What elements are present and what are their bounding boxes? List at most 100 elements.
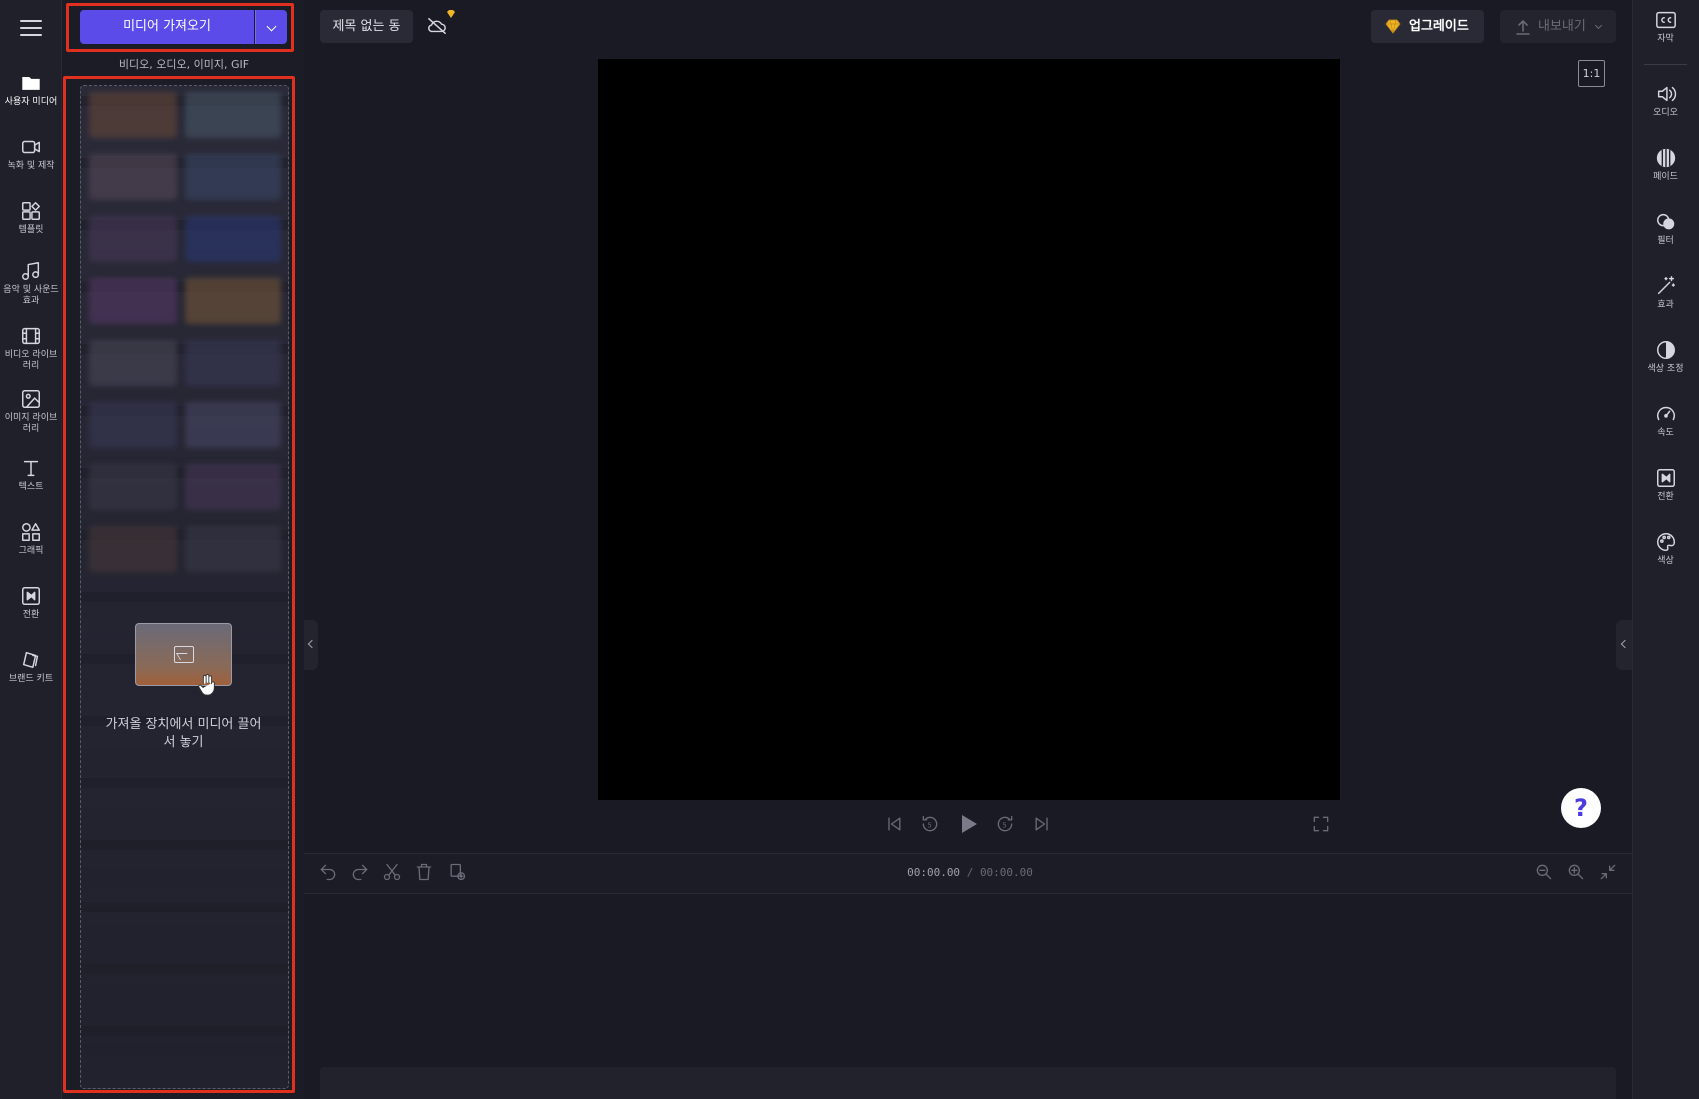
redo-button[interactable]	[350, 862, 370, 882]
timecode-display: 00:00.00 / 00:00.00	[880, 866, 1060, 879]
scissors-icon	[383, 863, 401, 881]
palette-icon	[1656, 533, 1675, 551]
rail-item-color-adjust[interactable]: 색상 조정	[1632, 339, 1699, 375]
rail-label: 전환	[1657, 492, 1674, 502]
import-button-highlight	[66, 3, 294, 52]
export-button[interactable]: 내보내기	[1500, 10, 1616, 43]
transition-icon	[1656, 469, 1675, 487]
total-time: 00:00.00	[979, 866, 1033, 879]
skip-to-start-button[interactable]	[884, 812, 904, 836]
music-note-icon	[22, 262, 40, 280]
nav-item-transitions[interactable]: 전환	[0, 585, 62, 621]
folder-icon	[22, 77, 40, 90]
import-supported-formats: 비디오, 오디오, 이미지, GIF	[118, 58, 250, 71]
cc-icon	[1655, 11, 1676, 29]
upgrade-button[interactable]: 업그레이드	[1371, 10, 1484, 43]
filter-icon	[1656, 213, 1674, 230]
duplicate-button[interactable]	[447, 862, 467, 882]
speedometer-icon	[1656, 406, 1675, 421]
project-title[interactable]: 제목 없는 동	[320, 10, 413, 43]
image-icon	[174, 646, 194, 663]
video-preview-canvas[interactable]	[598, 59, 1340, 800]
skip-to-end-button[interactable]	[1032, 812, 1052, 836]
cloud-offline-icon[interactable]	[426, 16, 448, 36]
nav-label: 사용자 미디어	[4, 97, 58, 107]
image-icon	[22, 390, 40, 408]
skip-back-icon	[888, 817, 901, 831]
nav-item-graphics[interactable]: 그래픽	[0, 521, 62, 557]
delete-button[interactable]	[414, 862, 434, 882]
nav-label: 녹화 및 제작	[7, 161, 55, 171]
zoom-out-icon	[1536, 864, 1552, 880]
rail-item-filters[interactable]: 필터	[1632, 211, 1699, 247]
rewind-icon: 5	[922, 815, 938, 832]
rail-item-effects[interactable]: 효과	[1632, 275, 1699, 311]
rail-item-speed[interactable]: 속도	[1632, 403, 1699, 439]
rail-item-transitions[interactable]: 전환	[1632, 467, 1699, 503]
play-button[interactable]	[956, 812, 980, 836]
nav-item-record-create[interactable]: 녹화 및 제작	[0, 136, 62, 172]
aspect-ratio-button[interactable]: 1:1	[1578, 60, 1605, 87]
drop-zone-highlight	[63, 76, 295, 1093]
split-button[interactable]	[382, 862, 402, 882]
nav-item-image-library[interactable]: 이미지 라이브러리	[0, 388, 62, 435]
undo-button[interactable]	[318, 862, 338, 882]
rail-label: 페이드	[1653, 172, 1678, 182]
speaker-icon	[1657, 86, 1676, 102]
help-button[interactable]: ?	[1561, 788, 1601, 828]
zoom-out-button[interactable]	[1534, 862, 1554, 882]
rail-item-color[interactable]: 색상	[1632, 531, 1699, 567]
fade-icon	[1656, 148, 1675, 168]
export-label: 내보내기	[1538, 19, 1586, 34]
drop-instructions: 가져올 장치에서 미디어 끌어서 놓기	[105, 717, 262, 750]
rail-item-audio[interactable]: 오디오	[1632, 83, 1699, 119]
zoom-in-icon	[1568, 864, 1584, 880]
upgrade-label: 업그레이드	[1409, 19, 1469, 34]
chevron-left-icon	[307, 639, 317, 649]
nav-item-your-media[interactable]: 사용자 미디어	[0, 72, 62, 108]
upload-icon	[1516, 20, 1530, 35]
fullscreen-button[interactable]	[1311, 812, 1331, 836]
rail-label: 필터	[1657, 236, 1674, 246]
rail-item-fade[interactable]: 페이드	[1632, 147, 1699, 183]
nav-label: 전환	[22, 610, 40, 620]
contrast-icon	[1656, 341, 1675, 359]
menu-icon[interactable]	[17, 15, 45, 39]
nav-item-text[interactable]: 텍스트	[0, 457, 62, 493]
rewind-5s-button[interactable]: 5	[920, 812, 940, 836]
nav-item-brand-kit[interactable]: 브랜드 키트	[0, 649, 62, 685]
zoom-in-button[interactable]	[1566, 862, 1586, 882]
undo-icon	[320, 864, 336, 881]
forward-5s-button[interactable]: 5	[995, 812, 1015, 836]
nav-label: 비디오 라이브러리	[4, 350, 58, 371]
rail-label: 오디오	[1653, 108, 1678, 118]
nav-label: 템플릿	[18, 225, 44, 235]
chevron-left-icon	[1620, 639, 1630, 649]
diamond-icon	[1385, 19, 1401, 34]
fast-forward-icon: 5	[997, 815, 1013, 832]
rail-item-captions[interactable]: 자막	[1632, 9, 1699, 45]
fullscreen-icon	[1313, 816, 1329, 832]
rail-label: 색상 조정	[1647, 364, 1684, 374]
rail-label: 효과	[1657, 300, 1674, 310]
rail-divider	[1644, 64, 1687, 65]
collapse-left-panel-handle[interactable]	[304, 620, 318, 670]
trash-icon	[416, 863, 432, 881]
duplicate-icon	[450, 863, 466, 881]
rail-label: 색상	[1657, 556, 1674, 566]
nav-label: 그래픽	[18, 546, 44, 556]
brand-kit-icon	[22, 651, 39, 669]
nav-item-video-library[interactable]: 비디오 라이브러리	[0, 325, 62, 372]
nav-item-templates[interactable]: 템플릿	[0, 200, 62, 236]
collapse-right-panel-handle[interactable]	[1616, 620, 1632, 670]
shapes-icon	[22, 523, 40, 541]
nav-item-music-sfx[interactable]: 음악 및 사운드 효과	[0, 260, 62, 307]
chevron-down-icon	[1594, 21, 1603, 30]
fit-timeline-button[interactable]	[1598, 862, 1618, 882]
rail-label: 자막	[1657, 34, 1674, 44]
nav-label: 텍스트	[18, 482, 44, 492]
text-icon	[23, 460, 39, 477]
svg-text:5: 5	[928, 821, 932, 829]
time-separator: /	[966, 866, 974, 879]
film-icon	[22, 327, 40, 345]
